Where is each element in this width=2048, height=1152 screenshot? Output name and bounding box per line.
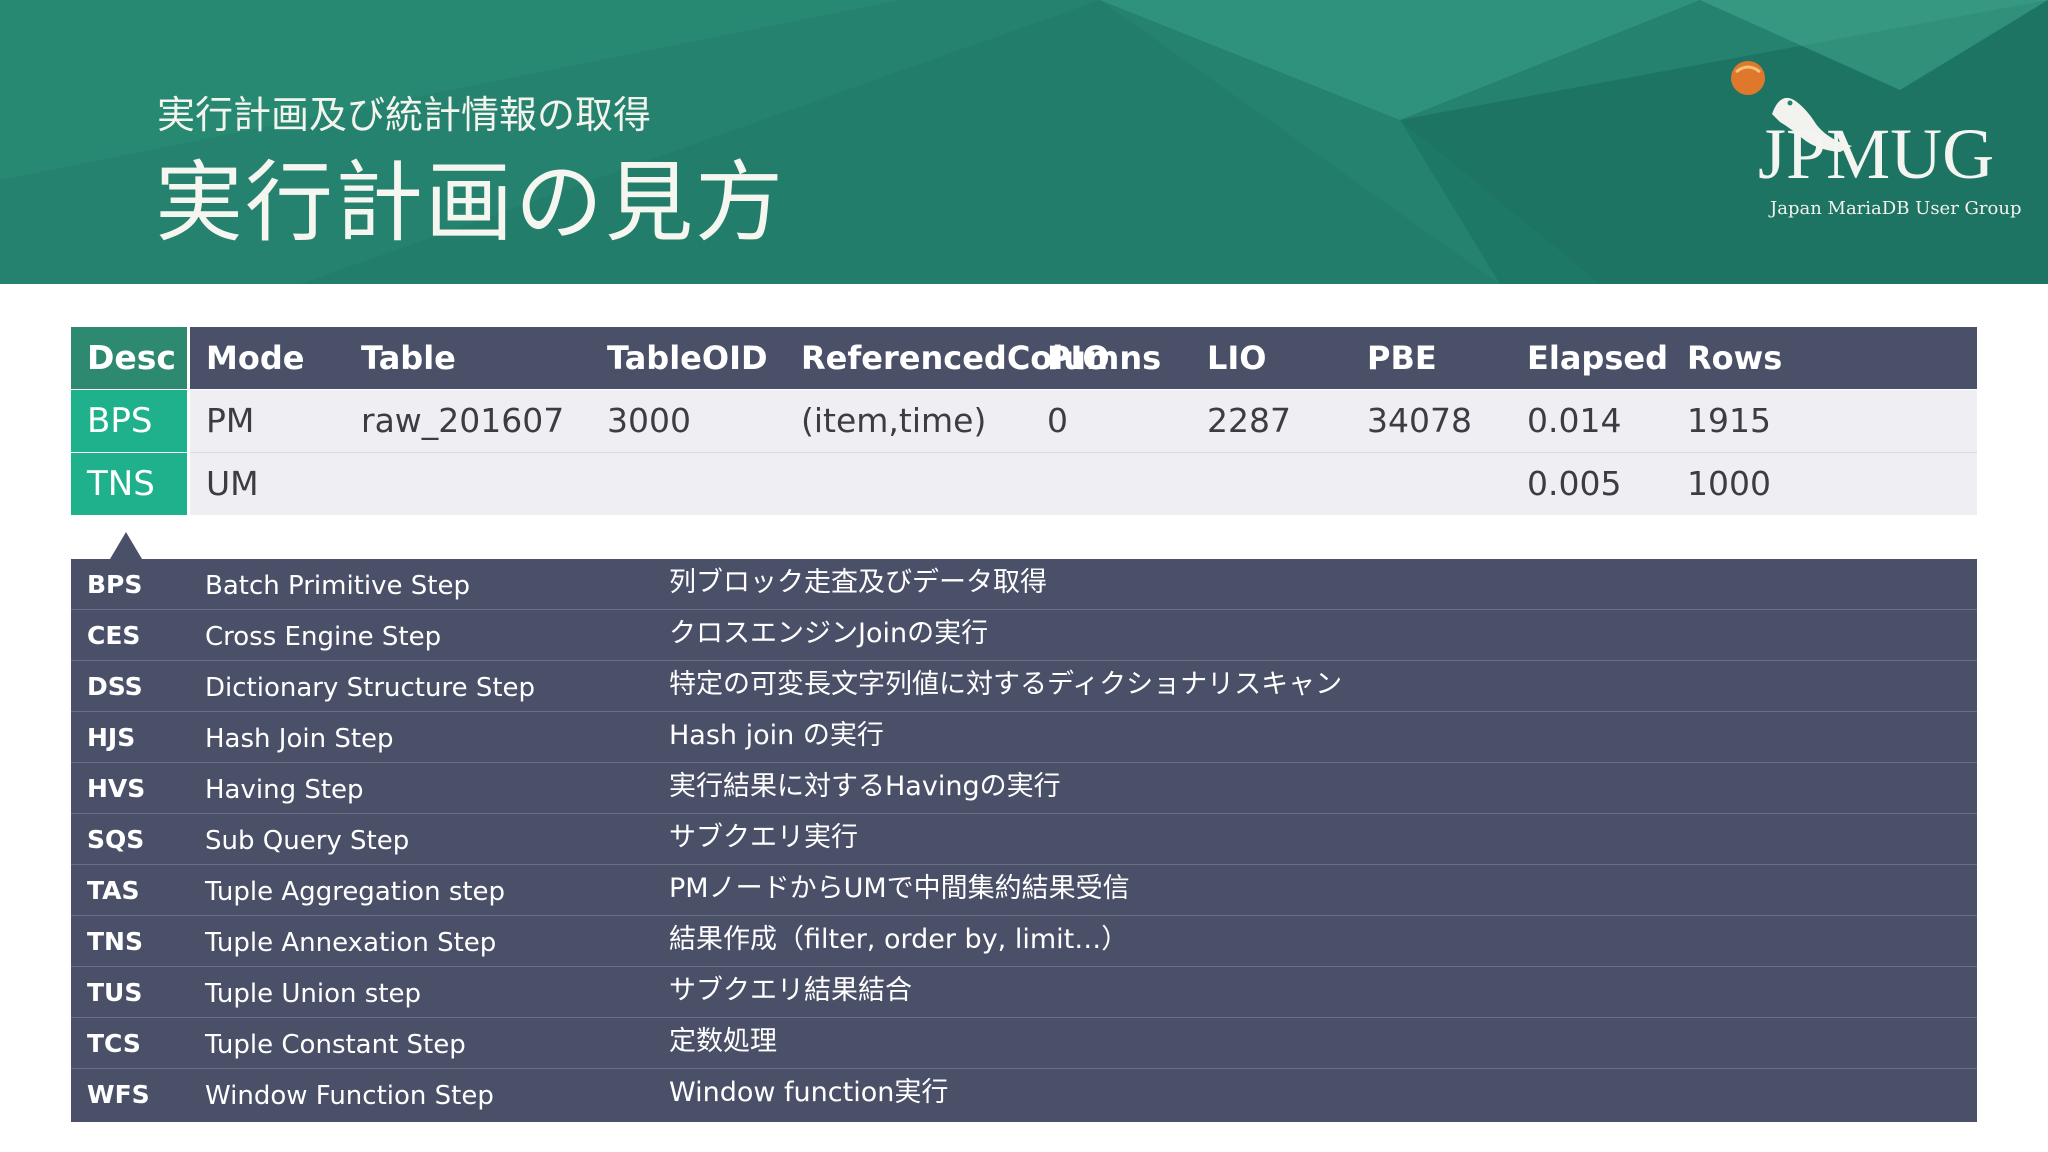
cell-elapsed: 0.014 — [1527, 401, 1622, 440]
row-body: PM raw_201607 3000 (item,time) 0 2287 34… — [190, 390, 1977, 453]
cell-table: raw_201607 — [361, 401, 565, 440]
list-item: TNS Tuple Annexation Step 結果作成（filter, o… — [71, 916, 1977, 967]
step-name: Cross Engine Step — [205, 622, 442, 652]
step-abbr: SQS — [87, 825, 145, 854]
header-elapsed: Elapsed — [1527, 339, 1668, 377]
row-body: UM 0.005 1000 — [190, 453, 1977, 515]
list-item: HJS Hash Join Step Hash join の実行 — [71, 712, 1977, 763]
step-abbr: CES — [87, 621, 141, 650]
step-description: 特定の可変長文字列値に対するディクショナリスキャン — [669, 669, 1343, 700]
step-abbr: HJS — [87, 723, 136, 752]
step-name: Tuple Aggregation step — [205, 877, 506, 907]
step-name: Hash Join Step — [205, 724, 394, 754]
header-lio: LIO — [1207, 339, 1267, 377]
header-table: Table — [361, 339, 456, 377]
step-abbr: WFS — [87, 1080, 150, 1109]
list-item: WFS Window Function Step Window function… — [71, 1069, 1977, 1120]
step-abbr: TUS — [87, 978, 143, 1007]
step-abbr: BPS — [87, 570, 143, 599]
header-desc: Desc — [71, 327, 187, 389]
slide-subtitle: 実行計画及び統計情報の取得 — [157, 93, 652, 137]
list-item: DSS Dictionary Structure Step 特定の可変長文字列値… — [71, 661, 1977, 712]
table-row: BPS PM raw_201607 3000 (item,time) 0 228… — [71, 390, 1977, 453]
list-item: TAS Tuple Aggregation step PMノードからUMで中間集… — [71, 865, 1977, 916]
header-mode: Mode — [206, 339, 305, 377]
list-item: BPS Batch Primitive Step 列ブロック走査及びデータ取得 — [71, 559, 1977, 610]
header-pbe: PBE — [1367, 339, 1437, 377]
step-description: 結果作成（filter, order by, limit…） — [669, 924, 1129, 955]
step-description: 定数処理 — [669, 1026, 777, 1057]
step-name: Tuple Annexation Step — [205, 928, 497, 958]
slide-title: 実行計画の見方 — [155, 151, 786, 254]
step-legend-table: BPS Batch Primitive Step 列ブロック走査及びデータ取得 … — [71, 559, 1977, 1122]
list-item: HVS Having Step 実行結果に対するHavingの実行 — [71, 763, 1977, 814]
step-description: PMノードからUMで中間集約結果受信 — [669, 873, 1130, 904]
step-abbr: TNS — [87, 927, 143, 956]
cell-pio: 0 — [1047, 401, 1068, 440]
step-name: Tuple Union step — [205, 979, 422, 1009]
step-description: 実行結果に対するHavingの実行 — [669, 771, 1061, 802]
table-row: TNS UM 0.005 1000 — [71, 453, 1977, 515]
step-name: Sub Query Step — [205, 826, 410, 856]
step-name: Having Step — [205, 775, 364, 805]
list-item: TCS Tuple Constant Step 定数処理 — [71, 1018, 1977, 1069]
cell-elapsed: 0.005 — [1527, 464, 1622, 503]
header-rows: Rows — [1687, 339, 1783, 377]
step-description: Window function実行 — [669, 1077, 949, 1108]
pointer-triangle — [110, 532, 142, 559]
step-abbr: TAS — [87, 876, 140, 905]
row-desc: TNS — [71, 453, 187, 515]
header-banner: 実行計画及び統計情報の取得 実行計画の見方 JPMUG Japan MariaD… — [0, 0, 2048, 284]
cell-rows: 1000 — [1687, 464, 1771, 503]
cell-lio: 2287 — [1207, 401, 1291, 440]
step-name: Window Function Step — [205, 1081, 494, 1111]
list-item: SQS Sub Query Step サブクエリ実行 — [71, 814, 1977, 865]
header-pio: PIO — [1047, 339, 1110, 377]
step-name: Batch Primitive Step — [205, 571, 470, 601]
plan-header-row: Desc Mode Table TableOID ReferencedColum… — [71, 327, 1977, 389]
logo-wordmark: JPMUG — [1758, 114, 1995, 194]
step-description: Hash join の実行 — [669, 720, 884, 751]
cell-pbe: 34078 — [1367, 401, 1472, 440]
cell-mode: UM — [206, 464, 259, 503]
step-abbr: DSS — [87, 672, 143, 701]
step-name: Dictionary Structure Step — [205, 673, 536, 703]
cell-mode: PM — [206, 401, 255, 440]
list-item: CES Cross Engine Step クロスエンジンJoinの実行 — [71, 610, 1977, 661]
cell-tableoid: 3000 — [607, 401, 691, 440]
step-description: サブクエリ実行 — [669, 822, 858, 853]
row-desc: BPS — [71, 390, 187, 452]
step-abbr: HVS — [87, 774, 146, 803]
plan-header-body: Mode Table TableOID ReferencedColumns PI… — [190, 327, 1977, 389]
step-description: クロスエンジンJoinの実行 — [669, 618, 989, 649]
list-item: TUS Tuple Union step サブクエリ結果結合 — [71, 967, 1977, 1018]
step-name: Tuple Constant Step — [205, 1030, 466, 1060]
header-tableoid: TableOID — [607, 339, 768, 377]
cell-rows: 1915 — [1687, 401, 1771, 440]
step-abbr: TCS — [87, 1029, 141, 1058]
step-description: 列ブロック走査及びデータ取得 — [669, 567, 1047, 598]
cell-referencedcolumns: (item,time) — [801, 401, 987, 440]
step-description: サブクエリ結果結合 — [669, 975, 912, 1006]
logo-tagline: Japan MariaDB User Group — [1770, 198, 2022, 219]
